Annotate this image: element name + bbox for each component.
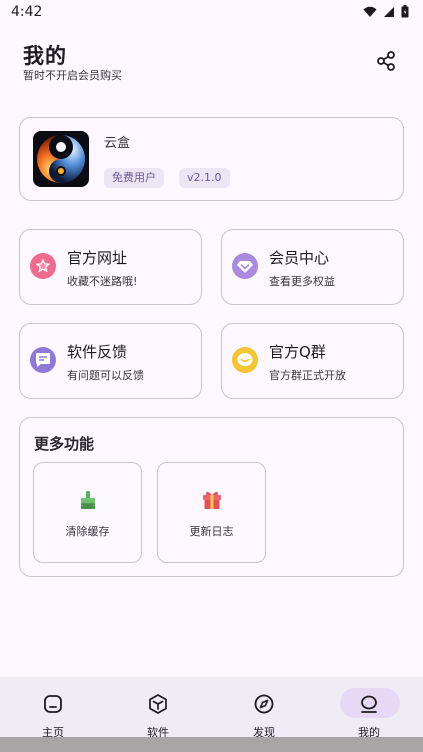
app-logo bbox=[33, 131, 89, 187]
tile-subtitle: 收藏不迷路哦! bbox=[67, 275, 138, 288]
feedback-icon bbox=[30, 347, 56, 373]
feedback-tile[interactable]: 软件反馈 有问题可以反馈 bbox=[19, 323, 202, 399]
tile-subtitle: 官方群正式开放 bbox=[269, 369, 346, 382]
home-icon bbox=[44, 695, 62, 713]
member-center-tile[interactable]: 会员中心 查看更多权益 bbox=[221, 229, 404, 305]
compass-icon bbox=[254, 694, 274, 714]
tile-title: 官方Q群 bbox=[269, 343, 326, 361]
tile-subtitle: 查看更多权益 bbox=[269, 275, 335, 288]
chat-icon bbox=[232, 347, 258, 373]
tile-title: 官方网址 bbox=[67, 249, 128, 267]
broom-icon bbox=[81, 491, 95, 509]
official-qq-group-tile[interactable]: 官方Q群 官方群正式开放 bbox=[221, 323, 404, 399]
star-icon bbox=[30, 253, 56, 279]
wifi-icon bbox=[363, 6, 377, 17]
changelog-button[interactable]: 更新日志 bbox=[157, 462, 266, 563]
clear-cache-button[interactable]: 清除缓存 bbox=[33, 462, 142, 563]
signal-icon bbox=[384, 6, 394, 17]
more-functions-card: 更多功能 清除缓存 更新日志 bbox=[19, 417, 404, 577]
tool-label: 清除缓存 bbox=[65, 525, 110, 538]
system-gesture-bar bbox=[0, 737, 423, 752]
share-icon bbox=[377, 51, 395, 71]
battery-icon bbox=[401, 5, 409, 18]
tool-label: 更新日志 bbox=[189, 525, 234, 538]
official-website-tile[interactable]: 官方网址 收藏不迷路哦! bbox=[19, 229, 202, 305]
user-type-badge: 免费用户 bbox=[104, 168, 164, 188]
tile-subtitle: 有问题可以反馈 bbox=[67, 369, 144, 382]
section-title: 更多功能 bbox=[34, 435, 95, 453]
app-info-card: 云盒 免费用户 v2.1.0 bbox=[19, 117, 404, 201]
app-name: 云盒 bbox=[104, 136, 131, 151]
diamond-icon bbox=[232, 253, 258, 279]
tile-title: 软件反馈 bbox=[67, 343, 128, 361]
tile-title: 会员中心 bbox=[269, 249, 330, 267]
status-icons bbox=[363, 5, 409, 18]
gift-icon bbox=[203, 491, 221, 509]
status-time: 4:42 bbox=[11, 4, 43, 20]
box-icon bbox=[149, 694, 167, 714]
version-badge: v2.1.0 bbox=[179, 168, 230, 188]
page-title: 我的 bbox=[23, 44, 67, 68]
status-bar: 4:42 bbox=[0, 0, 423, 24]
page-subtitle: 暂时不开启会员购买 bbox=[23, 69, 122, 82]
share-button[interactable] bbox=[373, 48, 399, 74]
profile-icon bbox=[361, 695, 377, 713]
